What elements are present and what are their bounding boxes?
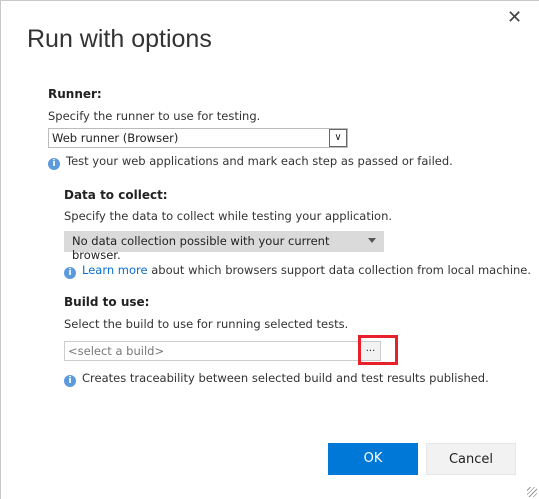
highlight-box bbox=[358, 335, 398, 365]
data-collect-description: Specify the data to collect while testin… bbox=[64, 209, 393, 223]
run-with-options-dialog: Run with options ✕ Runner: Specify the r… bbox=[0, 0, 539, 499]
runner-info-text: Test your web applications and mark each… bbox=[66, 154, 453, 168]
info-icon: i bbox=[64, 267, 76, 279]
data-collect-dropdown[interactable]: No data collection possible with your cu… bbox=[64, 231, 384, 262]
runner-label: Runner: bbox=[48, 87, 102, 101]
caret-down-icon bbox=[368, 238, 376, 243]
build-info: i Creates traceability between selected b… bbox=[64, 371, 489, 387]
close-icon[interactable]: ✕ bbox=[507, 7, 522, 28]
data-collect-info-text: about which browsers support data collec… bbox=[147, 263, 532, 277]
chevron-down-icon[interactable]: ∨ bbox=[329, 129, 347, 147]
info-icon: i bbox=[48, 158, 60, 170]
runner-select[interactable]: Web runner (Browser) ∨ bbox=[48, 128, 348, 148]
runner-info: i Test your web applications and mark eac… bbox=[48, 154, 453, 170]
data-collect-selected-value: No data collection possible with your cu… bbox=[72, 234, 330, 262]
cancel-button[interactable]: Cancel bbox=[426, 443, 516, 475]
ok-button[interactable]: OK bbox=[328, 443, 418, 475]
build-input[interactable]: <select a build> bbox=[64, 341, 360, 361]
info-icon: i bbox=[64, 375, 76, 387]
runner-selected-value: Web runner (Browser) bbox=[52, 131, 179, 145]
dialog-title: Run with options bbox=[27, 25, 212, 53]
learn-more-link[interactable]: Learn more bbox=[82, 263, 148, 277]
runner-description: Specify the runner to use for testing. bbox=[48, 109, 261, 123]
resize-grip-icon[interactable] bbox=[527, 487, 537, 497]
build-label: Build to use: bbox=[64, 295, 150, 309]
data-collect-label: Data to collect: bbox=[64, 188, 168, 202]
build-description: Select the build to use for running sele… bbox=[64, 317, 349, 331]
build-info-text: Creates traceability between selected bu… bbox=[82, 371, 489, 385]
data-collect-info: i Learn more about which browsers support… bbox=[64, 263, 531, 279]
